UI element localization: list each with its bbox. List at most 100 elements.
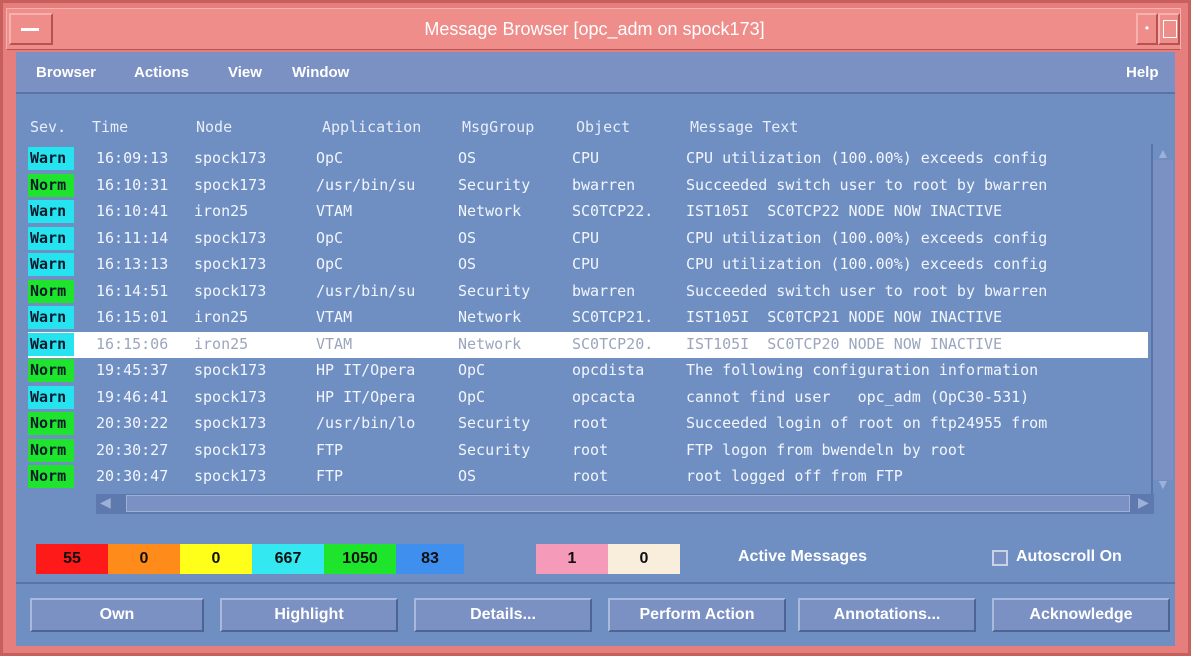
message-browser-client: Browser Actions View Window Help Sev. Ti…	[16, 52, 1175, 646]
highlight-button-label: Highlight	[274, 606, 344, 623]
message-row[interactable]: Norm 20:30:27 spock173 FTP Security root FTP l…	[28, 438, 1148, 464]
cell-object: CPU	[572, 149, 600, 167]
message-row[interactable]: Warn 16:15:01 iron25 VTAM Network SC0TCP21. IS…	[28, 305, 1148, 331]
menu-view-label: View	[228, 64, 262, 81]
message-list[interactable]: Sev. Time Node Application MsgGroup Obje…	[20, 106, 1160, 536]
scroll-down-arrow-icon[interactable]: ▼	[1156, 476, 1170, 492]
cell-time: 19:45:37	[96, 361, 169, 379]
message-row[interactable]: Warn 16:15:06 iron25 VTAM Network SC0TCP20. IS…	[28, 331, 1148, 358]
menu-bar-icon	[21, 28, 39, 31]
severity-badge: Norm	[28, 173, 74, 197]
menu-window[interactable]: Window	[292, 64, 349, 81]
cell-object: opcdista	[572, 361, 645, 379]
horizontal-scroll-thumb[interactable]	[126, 495, 1130, 512]
message-row[interactable]: Norm 16:10:31 spock173/usr/bin/su Security b…	[28, 173, 1148, 199]
cell-object: CPU	[572, 255, 600, 273]
message-row[interactable]: Warn 16:09:13 spock173 OpC OS CPU CPU utilizat…	[28, 146, 1148, 172]
cell-text: FTP logon from bwendeln by root	[686, 440, 966, 459]
cell-text: IST105I SC0TCP22 NODE NOW INACTIVE	[686, 202, 1003, 220]
counter-normal: 1050	[324, 544, 396, 574]
scroll-up-arrow-icon[interactable]: ▲	[1156, 145, 1170, 161]
column-header-application[interactable]: Application	[322, 118, 421, 136]
autoscroll-label[interactable]: Autoscroll On	[1016, 548, 1122, 566]
cell-app: VTAM	[316, 308, 353, 326]
acknowledge-button-label: Acknowledge	[1029, 606, 1133, 623]
maximize-button[interactable]	[1158, 13, 1180, 45]
autoscroll-checkbox[interactable]	[992, 550, 1008, 566]
menu-help[interactable]: Help	[1126, 64, 1159, 81]
cell-app: /usr/bin/su	[316, 281, 416, 300]
message-row[interactable]: Norm 20:30:47 spock173 FTP OS root root logged…	[28, 464, 1148, 490]
cell-app: HP IT/Opera	[316, 387, 416, 406]
window-menu-button[interactable]	[9, 13, 53, 45]
highlight-button[interactable]: Highlight	[220, 598, 398, 632]
cell-group: OS	[458, 255, 477, 273]
menu-view[interactable]: View	[228, 64, 262, 81]
menu-actions[interactable]: Actions	[134, 64, 189, 81]
message-row[interactable]: Norm 19:45:37 spock173 HP IT/Opera OpC opcdis…	[28, 358, 1148, 384]
title-bar[interactable]: Message Browser [opc_adm on spock173] •	[6, 8, 1181, 50]
severity-badge: Norm	[28, 279, 74, 303]
cell-group: OpC	[458, 361, 486, 379]
cell-time: 16:11:14	[96, 228, 169, 247]
message-row[interactable]: Norm 16:14:51 spock173/usr/bin/su Security b…	[28, 279, 1148, 305]
column-header-msggroup[interactable]: MsgGroup	[462, 118, 534, 136]
cell-time: 16:09:13	[96, 149, 169, 167]
cell-app: HP IT/Opera	[316, 361, 416, 379]
counter-major-value: 0	[139, 550, 149, 567]
message-row[interactable]: Norm 20:30:22 spock173/usr/bin/lo Security r…	[28, 411, 1148, 437]
vertical-scroll-thumb[interactable]	[1153, 160, 1173, 480]
severity-badge: Norm	[28, 465, 74, 488]
counter-minor-value: 0	[211, 550, 221, 567]
counter-unknown: 83	[396, 544, 464, 574]
cell-object: SC0TCP21.	[572, 308, 654, 326]
severity-badge: Warn	[28, 253, 74, 276]
own-button-label: Own	[99, 606, 135, 623]
scroll-right-arrow-icon[interactable]: ▶	[1138, 494, 1149, 511]
own-button[interactable]: Own	[30, 598, 204, 632]
cell-group: Security	[458, 414, 531, 432]
menu-browser[interactable]: Browser	[36, 64, 96, 81]
annotations-button[interactable]: Annotations...	[798, 598, 976, 632]
perform-action-button[interactable]: Perform Action	[608, 598, 786, 632]
counter-minor: 0	[180, 544, 252, 574]
cell-time: 20:30:22	[96, 414, 169, 432]
cell-object: root	[572, 414, 609, 432]
message-row[interactable]: Warn 16:13:13 spock173 OpC OS CPU CPU utilizat…	[28, 252, 1148, 278]
minimize-button[interactable]: •	[1136, 13, 1158, 45]
cell-node: iron25	[194, 202, 249, 220]
message-row[interactable]: Warn 16:11:14 spock173 OpC OS CPU CPU utilizat…	[28, 226, 1148, 252]
acknowledge-button[interactable]: Acknowledge	[992, 598, 1170, 632]
message-row[interactable]: Warn 19:46:41 spock173 HP IT/Opera OpC opcact…	[28, 385, 1148, 411]
cell-text: Succeeded switch user to root by bwarren	[686, 175, 1048, 194]
cell-app: VTAM	[316, 334, 353, 353]
cell-text: CPU utilization (100.00%) exceeds config	[686, 149, 1048, 167]
cell-group: OS	[458, 149, 477, 167]
counter-extra-2: 0	[608, 544, 680, 574]
severity-badge: Warn	[28, 147, 74, 170]
counter-major: 0	[108, 544, 180, 574]
message-row[interactable]: Warn 16:10:41 iron25 VTAM Network SC0TCP22. IS…	[28, 199, 1148, 225]
cell-text: root logged off from FTP	[686, 467, 903, 485]
column-header-time[interactable]: Time	[92, 118, 128, 136]
column-header-node[interactable]: Node	[196, 118, 232, 136]
cell-time: 16:15:01	[96, 308, 169, 326]
counter-extra-2-value: 0	[639, 550, 649, 567]
cell-time: 19:46:41	[96, 387, 169, 406]
maximize-icon	[1163, 20, 1177, 38]
cell-app: VTAM	[316, 202, 353, 220]
counter-warning: 667	[252, 544, 324, 574]
cell-app: FTP	[316, 440, 344, 459]
scroll-left-arrow-icon[interactable]: ◀	[100, 494, 111, 511]
cell-text: IST105I SC0TCP21 NODE NOW INACTIVE	[686, 308, 1003, 326]
column-header-severity[interactable]: Sev.	[30, 118, 66, 136]
counter-critical-value: 55	[63, 550, 81, 567]
counter-warning-value: 667	[274, 550, 302, 567]
details-button[interactable]: Details...	[414, 598, 592, 632]
column-header-object[interactable]: Object	[576, 118, 630, 136]
counter-critical: 55	[36, 544, 108, 574]
active-messages-label: Active Messages	[738, 548, 867, 565]
severity-badge: Warn	[28, 385, 74, 409]
cell-node: spock173	[194, 175, 267, 194]
column-header-message-text[interactable]: Message Text	[690, 118, 798, 136]
